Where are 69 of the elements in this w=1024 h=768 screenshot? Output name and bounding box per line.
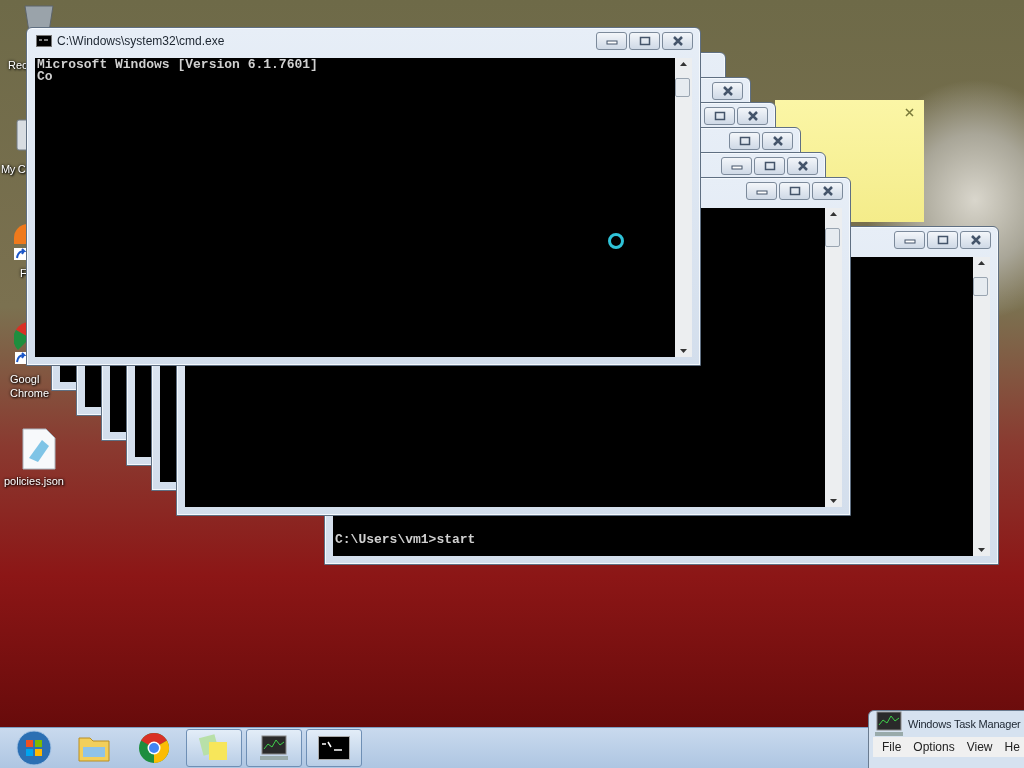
console-line: Microsoft Windows [Version 6.1.7601] xyxy=(37,59,319,71)
close-button[interactable] xyxy=(662,31,693,50)
scrollbar-thumb[interactable] xyxy=(973,277,988,296)
maximize-icon xyxy=(638,35,651,46)
desktop-icon-label[interactable]: My C xyxy=(1,162,26,176)
folder-icon xyxy=(78,734,110,762)
monitor-icon xyxy=(873,710,905,738)
command-prompt-icon xyxy=(318,736,350,760)
sticky-notes-icon xyxy=(199,734,229,762)
close-icon xyxy=(746,110,759,121)
maximize-icon xyxy=(763,160,776,171)
maximize-button[interactable] xyxy=(729,131,760,150)
console-line: Co xyxy=(37,71,54,83)
close-icon[interactable] xyxy=(905,108,914,117)
close-button[interactable] xyxy=(737,106,768,125)
close-button[interactable] xyxy=(812,181,843,200)
close-icon xyxy=(721,85,734,96)
close-icon xyxy=(969,234,982,245)
command-prompt-icon xyxy=(36,34,52,47)
window-title: Windows Task Manager xyxy=(908,718,1021,730)
minimize-button[interactable] xyxy=(721,156,752,175)
desktop-icon-label[interactable]: F xyxy=(20,266,30,280)
maximize-button[interactable] xyxy=(704,106,735,125)
up-arrow-icon[interactable] xyxy=(830,212,837,216)
window-title: C:\Windows\system32\cmd.exe xyxy=(57,33,226,48)
close-icon xyxy=(796,160,809,171)
menu-item[interactable]: He xyxy=(999,740,1024,754)
maximize-icon xyxy=(738,135,751,146)
close-icon xyxy=(671,35,684,46)
busy-cursor-icon xyxy=(607,232,625,250)
console-line: C:\Users\vm1>start xyxy=(335,534,477,546)
desktop-icon-label[interactable]: Googl Chrome xyxy=(10,372,50,400)
monitor-icon xyxy=(258,734,290,762)
desktop-icon-label[interactable]: Rec xyxy=(8,58,28,72)
menu-item[interactable]: View xyxy=(961,740,998,754)
maximize-button[interactable] xyxy=(754,156,785,175)
menu-item[interactable]: File xyxy=(877,740,907,754)
down-arrow-icon[interactable] xyxy=(978,548,985,552)
start-orb-icon[interactable] xyxy=(16,730,52,766)
scrollbar[interactable] xyxy=(825,208,842,507)
taskbar-button[interactable] xyxy=(306,729,362,767)
down-arrow-icon[interactable] xyxy=(680,349,687,353)
down-arrow-icon[interactable] xyxy=(830,499,837,503)
up-arrow-icon[interactable] xyxy=(680,62,687,66)
chrome-icon xyxy=(138,732,170,764)
scrollbar-thumb[interactable] xyxy=(825,228,840,247)
close-button[interactable] xyxy=(762,131,793,150)
close-icon xyxy=(771,135,784,146)
maximize-button[interactable] xyxy=(629,31,660,50)
scrollbar[interactable] xyxy=(675,58,692,357)
maximize-button[interactable] xyxy=(779,181,810,200)
maximize-icon xyxy=(788,185,801,196)
minimize-button[interactable] xyxy=(894,230,925,249)
taskbar-button[interactable] xyxy=(246,729,302,767)
close-icon xyxy=(821,185,834,196)
close-button[interactable] xyxy=(960,230,991,249)
maximize-icon xyxy=(713,110,726,121)
minimize-button[interactable] xyxy=(596,31,627,50)
file-icon[interactable] xyxy=(22,428,56,470)
close-button[interactable] xyxy=(712,81,743,100)
scrollbar[interactable] xyxy=(973,257,990,556)
maximize-icon xyxy=(936,234,949,245)
close-button[interactable] xyxy=(787,156,818,175)
up-arrow-icon[interactable] xyxy=(978,261,985,265)
minimize-button[interactable] xyxy=(746,181,777,200)
menu-item[interactable]: Options xyxy=(908,740,960,754)
scrollbar-thumb[interactable] xyxy=(675,78,690,97)
desktop-icon-label[interactable]: policies.json xyxy=(4,474,74,488)
maximize-button[interactable] xyxy=(927,230,958,249)
